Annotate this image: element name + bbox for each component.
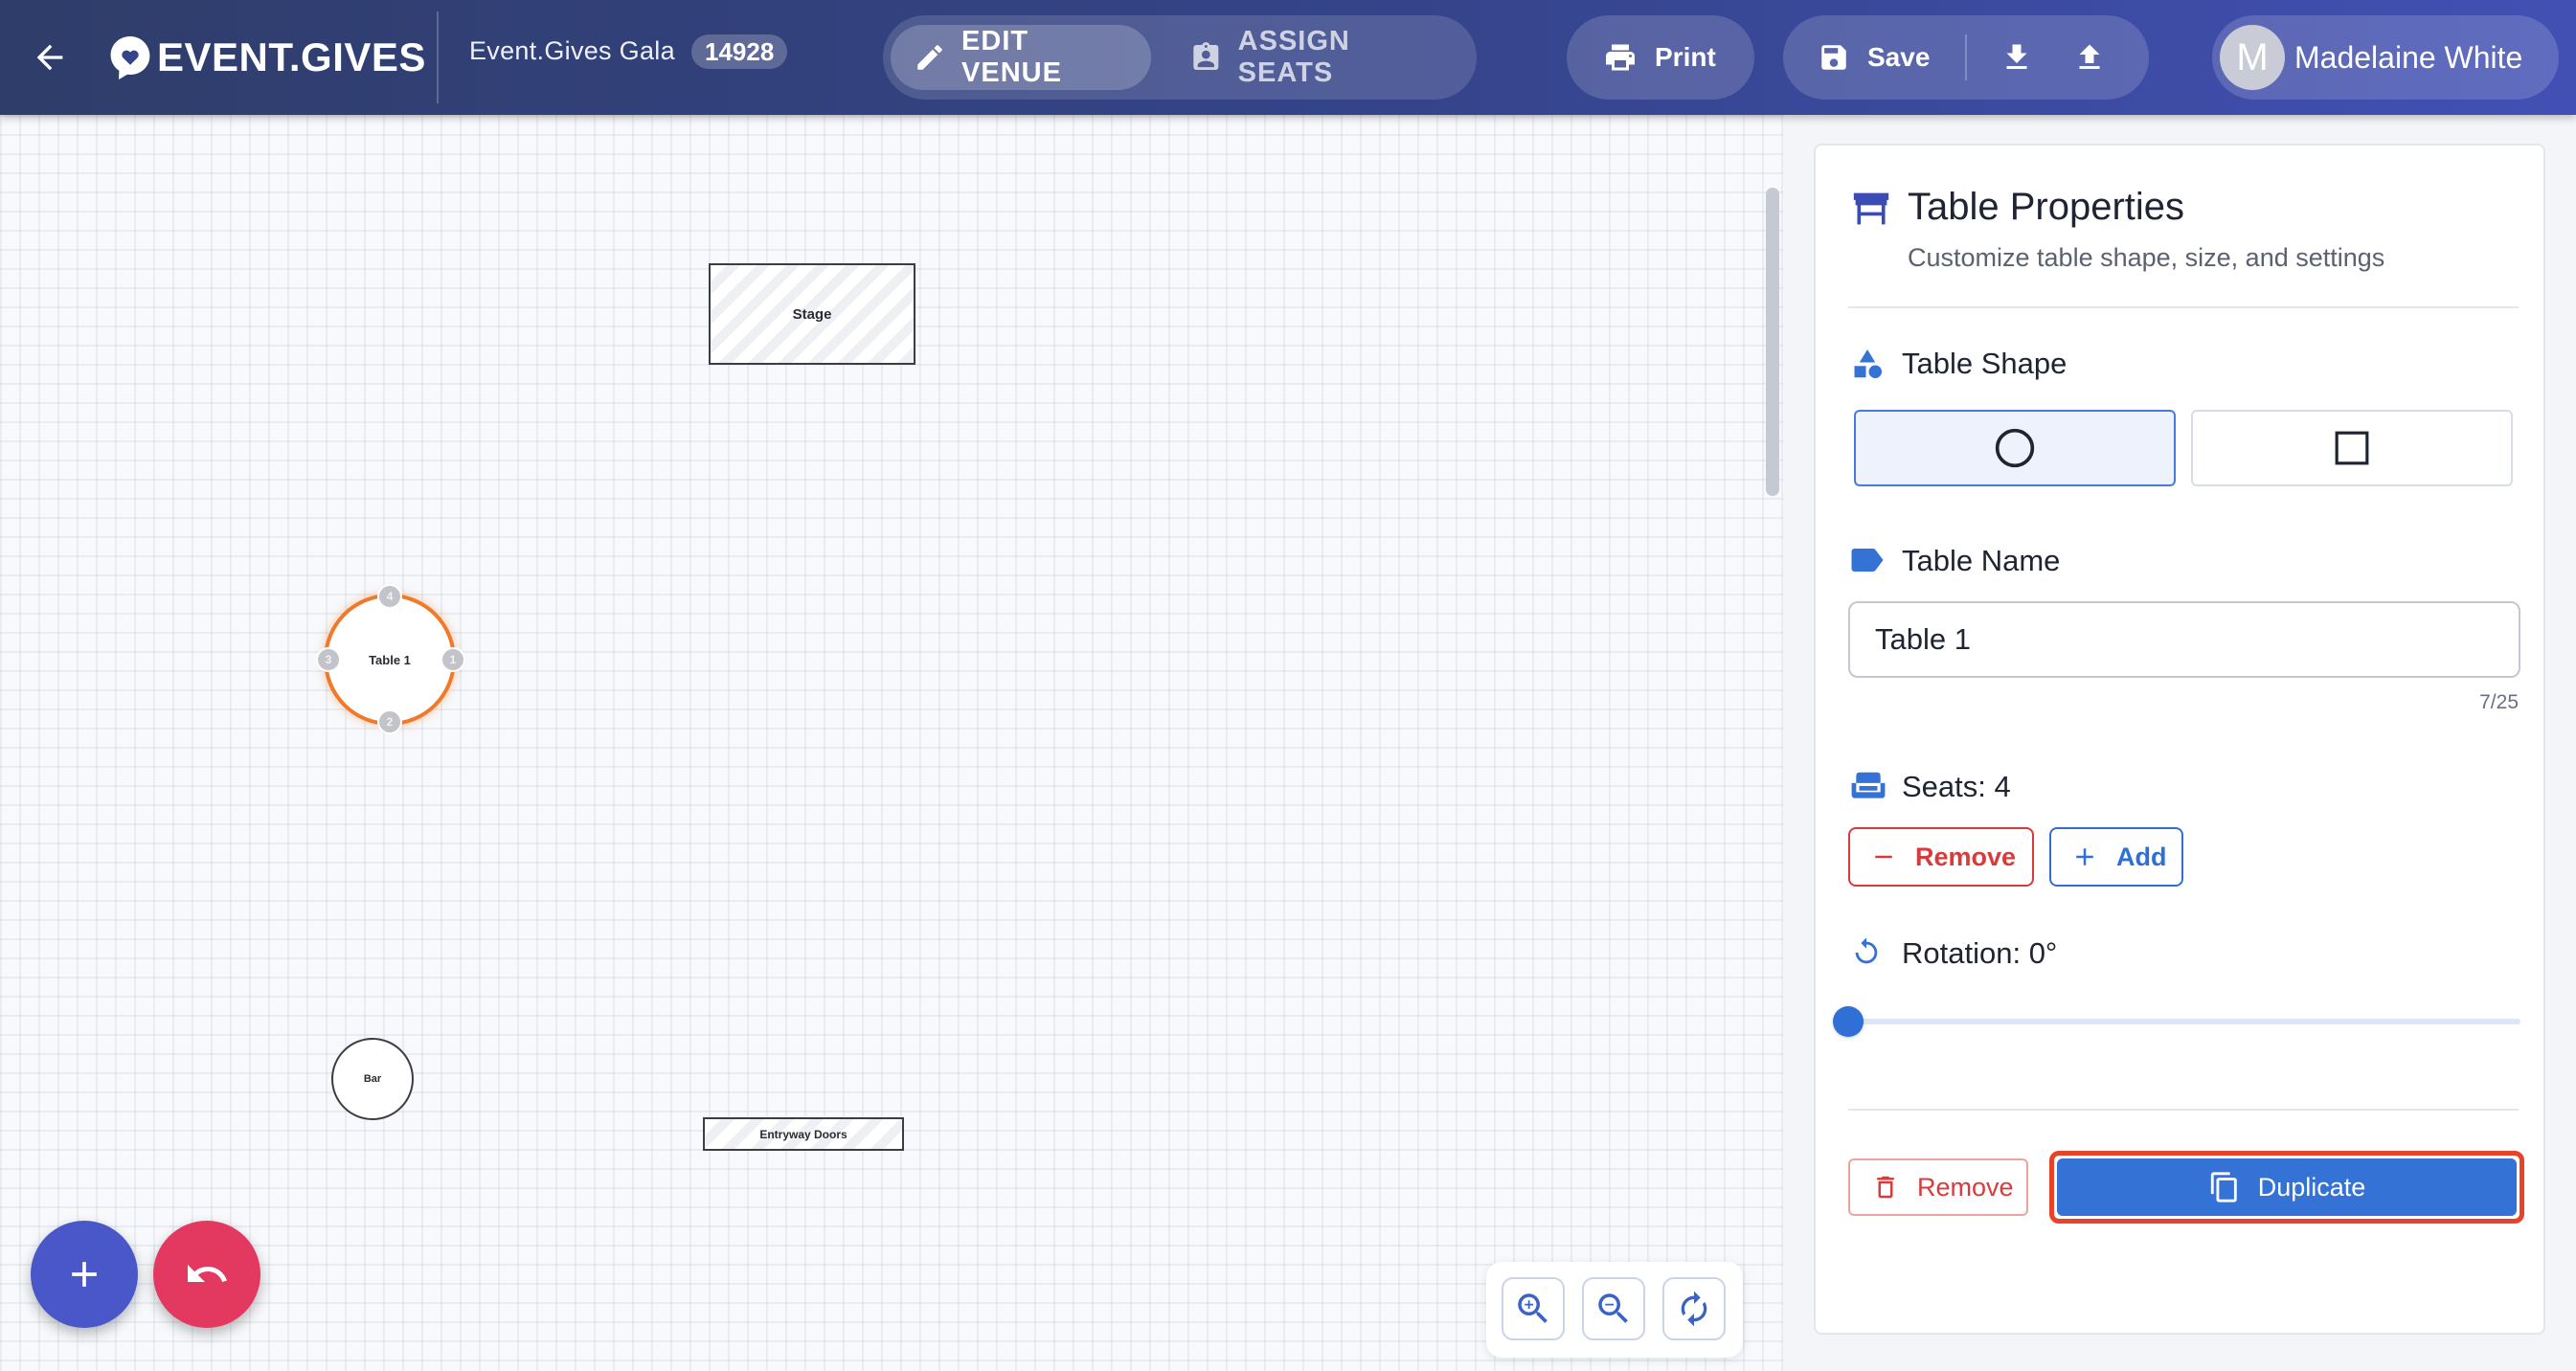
square-outline-icon (2335, 431, 2369, 465)
avatar: M (2220, 25, 2285, 90)
print-label: Print (1655, 42, 1716, 72)
table-1[interactable]: Table 1 (324, 594, 456, 726)
entryway-label: Entryway Doors (759, 1127, 847, 1141)
save-divider (1965, 34, 1967, 80)
minus-icon (1875, 855, 1892, 859)
print-button[interactable]: Print (1567, 15, 1754, 100)
download-button[interactable] (1996, 36, 2038, 79)
table-label: Table 1 (369, 652, 411, 667)
zoom-out-icon (1598, 1293, 1628, 1323)
zoom-out-button[interactable] (1582, 1277, 1645, 1340)
plus-icon (2076, 848, 2093, 865)
label-tag-icon (1851, 549, 1884, 572)
stage-label: Stage (792, 305, 832, 323)
rotation-slider-track[interactable] (1848, 1019, 2520, 1024)
remove-seat-button[interactable]: Remove (1848, 827, 2034, 887)
seat-1[interactable]: 1 (441, 647, 465, 672)
save-button[interactable]: Save (1818, 15, 1930, 100)
event-gives-logo[interactable]: EVENT.GIVES (107, 29, 426, 86)
add-seat-label: Add (2116, 842, 2167, 871)
panel-divider-top (1848, 306, 2519, 308)
top-bar: EVENT.GIVES Event.Gives Gala 14928 EDIT … (0, 0, 2576, 115)
arrow-left-icon (36, 44, 63, 71)
remove-table-label: Remove (1917, 1172, 2014, 1202)
event-name: Event.Gives Gala (469, 36, 675, 65)
duplicate-label: Duplicate (2257, 1172, 2366, 1202)
edit-venue-label: EDIT VENUE (961, 26, 1062, 88)
pencil-icon (917, 45, 942, 70)
plus-icon (72, 1262, 97, 1287)
zoom-in-button[interactable] (1502, 1277, 1565, 1340)
rotation-slider-thumb[interactable] (1833, 1006, 1864, 1037)
table-icon (1853, 192, 1889, 225)
rotate-icon (1855, 937, 1878, 964)
printer-icon (1606, 44, 1635, 71)
seat-2[interactable]: 2 (377, 709, 402, 734)
zoom-in-icon (1518, 1293, 1548, 1323)
table-name-label: Table Name (1902, 544, 2061, 577)
panel-title: Table Properties (1908, 186, 2185, 228)
duplicate-table-button[interactable]: Duplicate (2057, 1158, 2517, 1216)
header-divider (437, 11, 439, 103)
assign-seats-label: ASSIGN SEATS (1237, 26, 1350, 88)
remove-table-button[interactable]: Remove (1848, 1158, 2028, 1216)
add-item-button[interactable] (31, 1221, 138, 1328)
reset-view-button[interactable] (1662, 1277, 1726, 1340)
table-properties-panel: Table Properties Customize table shape, … (1814, 144, 2545, 1335)
mode-toggle: EDIT VENUE ASSIGN SEATS (883, 15, 1477, 100)
canvas-scrollbar[interactable] (1766, 188, 1779, 496)
event-id-badge: 14928 (691, 34, 788, 69)
undo-button[interactable] (153, 1221, 260, 1328)
stage-area[interactable]: Stage (709, 263, 915, 365)
trash-icon (1877, 1176, 1894, 1199)
bar-label: Bar (363, 1073, 382, 1085)
table-shape-label: Table Shape (1902, 347, 2068, 380)
name-char-counter: 7/25 (2479, 691, 2519, 713)
panel-divider-bottom (1848, 1109, 2519, 1111)
user-menu[interactable]: M Madelaine White (2212, 15, 2559, 100)
brand-name: EVENT.GIVES (157, 34, 426, 79)
upload-icon (2079, 44, 2100, 69)
rotation-label: Rotation: 0° (1902, 936, 2058, 970)
shapes-icon (1854, 349, 1882, 378)
assign-seats-tab[interactable]: ASSIGN SEATS (1166, 25, 1469, 90)
panel-subtitle: Customize table shape, size, and setting… (1908, 243, 2385, 272)
edit-venue-tab[interactable]: EDIT VENUE (891, 25, 1151, 90)
upload-button[interactable] (2068, 36, 2111, 79)
table-name-input[interactable] (1848, 601, 2520, 678)
add-seat-button[interactable]: Add (2049, 827, 2183, 887)
zoom-controls (1486, 1262, 1743, 1358)
circle-outline-icon (1995, 428, 2035, 468)
chair-icon (1851, 772, 1886, 798)
remove-seat-label: Remove (1915, 842, 2017, 871)
badge-person-icon (1193, 42, 1219, 70)
undo-icon (188, 1265, 227, 1282)
floppy-disk-icon (1821, 45, 1846, 70)
save-label: Save (1867, 42, 1931, 72)
heart-chat-icon (110, 36, 150, 79)
seats-count-label: Seats: 4 (1902, 770, 2011, 803)
save-actions: Save (1783, 15, 2149, 100)
entryway-doors[interactable]: Entryway Doors (703, 1117, 904, 1151)
download-icon (2006, 44, 2027, 69)
refresh-icon (1681, 1291, 1707, 1327)
seat-3[interactable]: 3 (316, 647, 341, 672)
bar-area[interactable]: Bar (331, 1038, 414, 1120)
shape-square-option[interactable] (2191, 410, 2513, 486)
seat-4[interactable]: 4 (377, 584, 402, 609)
user-name: Madelaine White (2294, 40, 2523, 75)
back-button[interactable] (21, 29, 79, 86)
copy-icon (2210, 1172, 2237, 1202)
shape-circle-option[interactable] (1854, 410, 2176, 486)
